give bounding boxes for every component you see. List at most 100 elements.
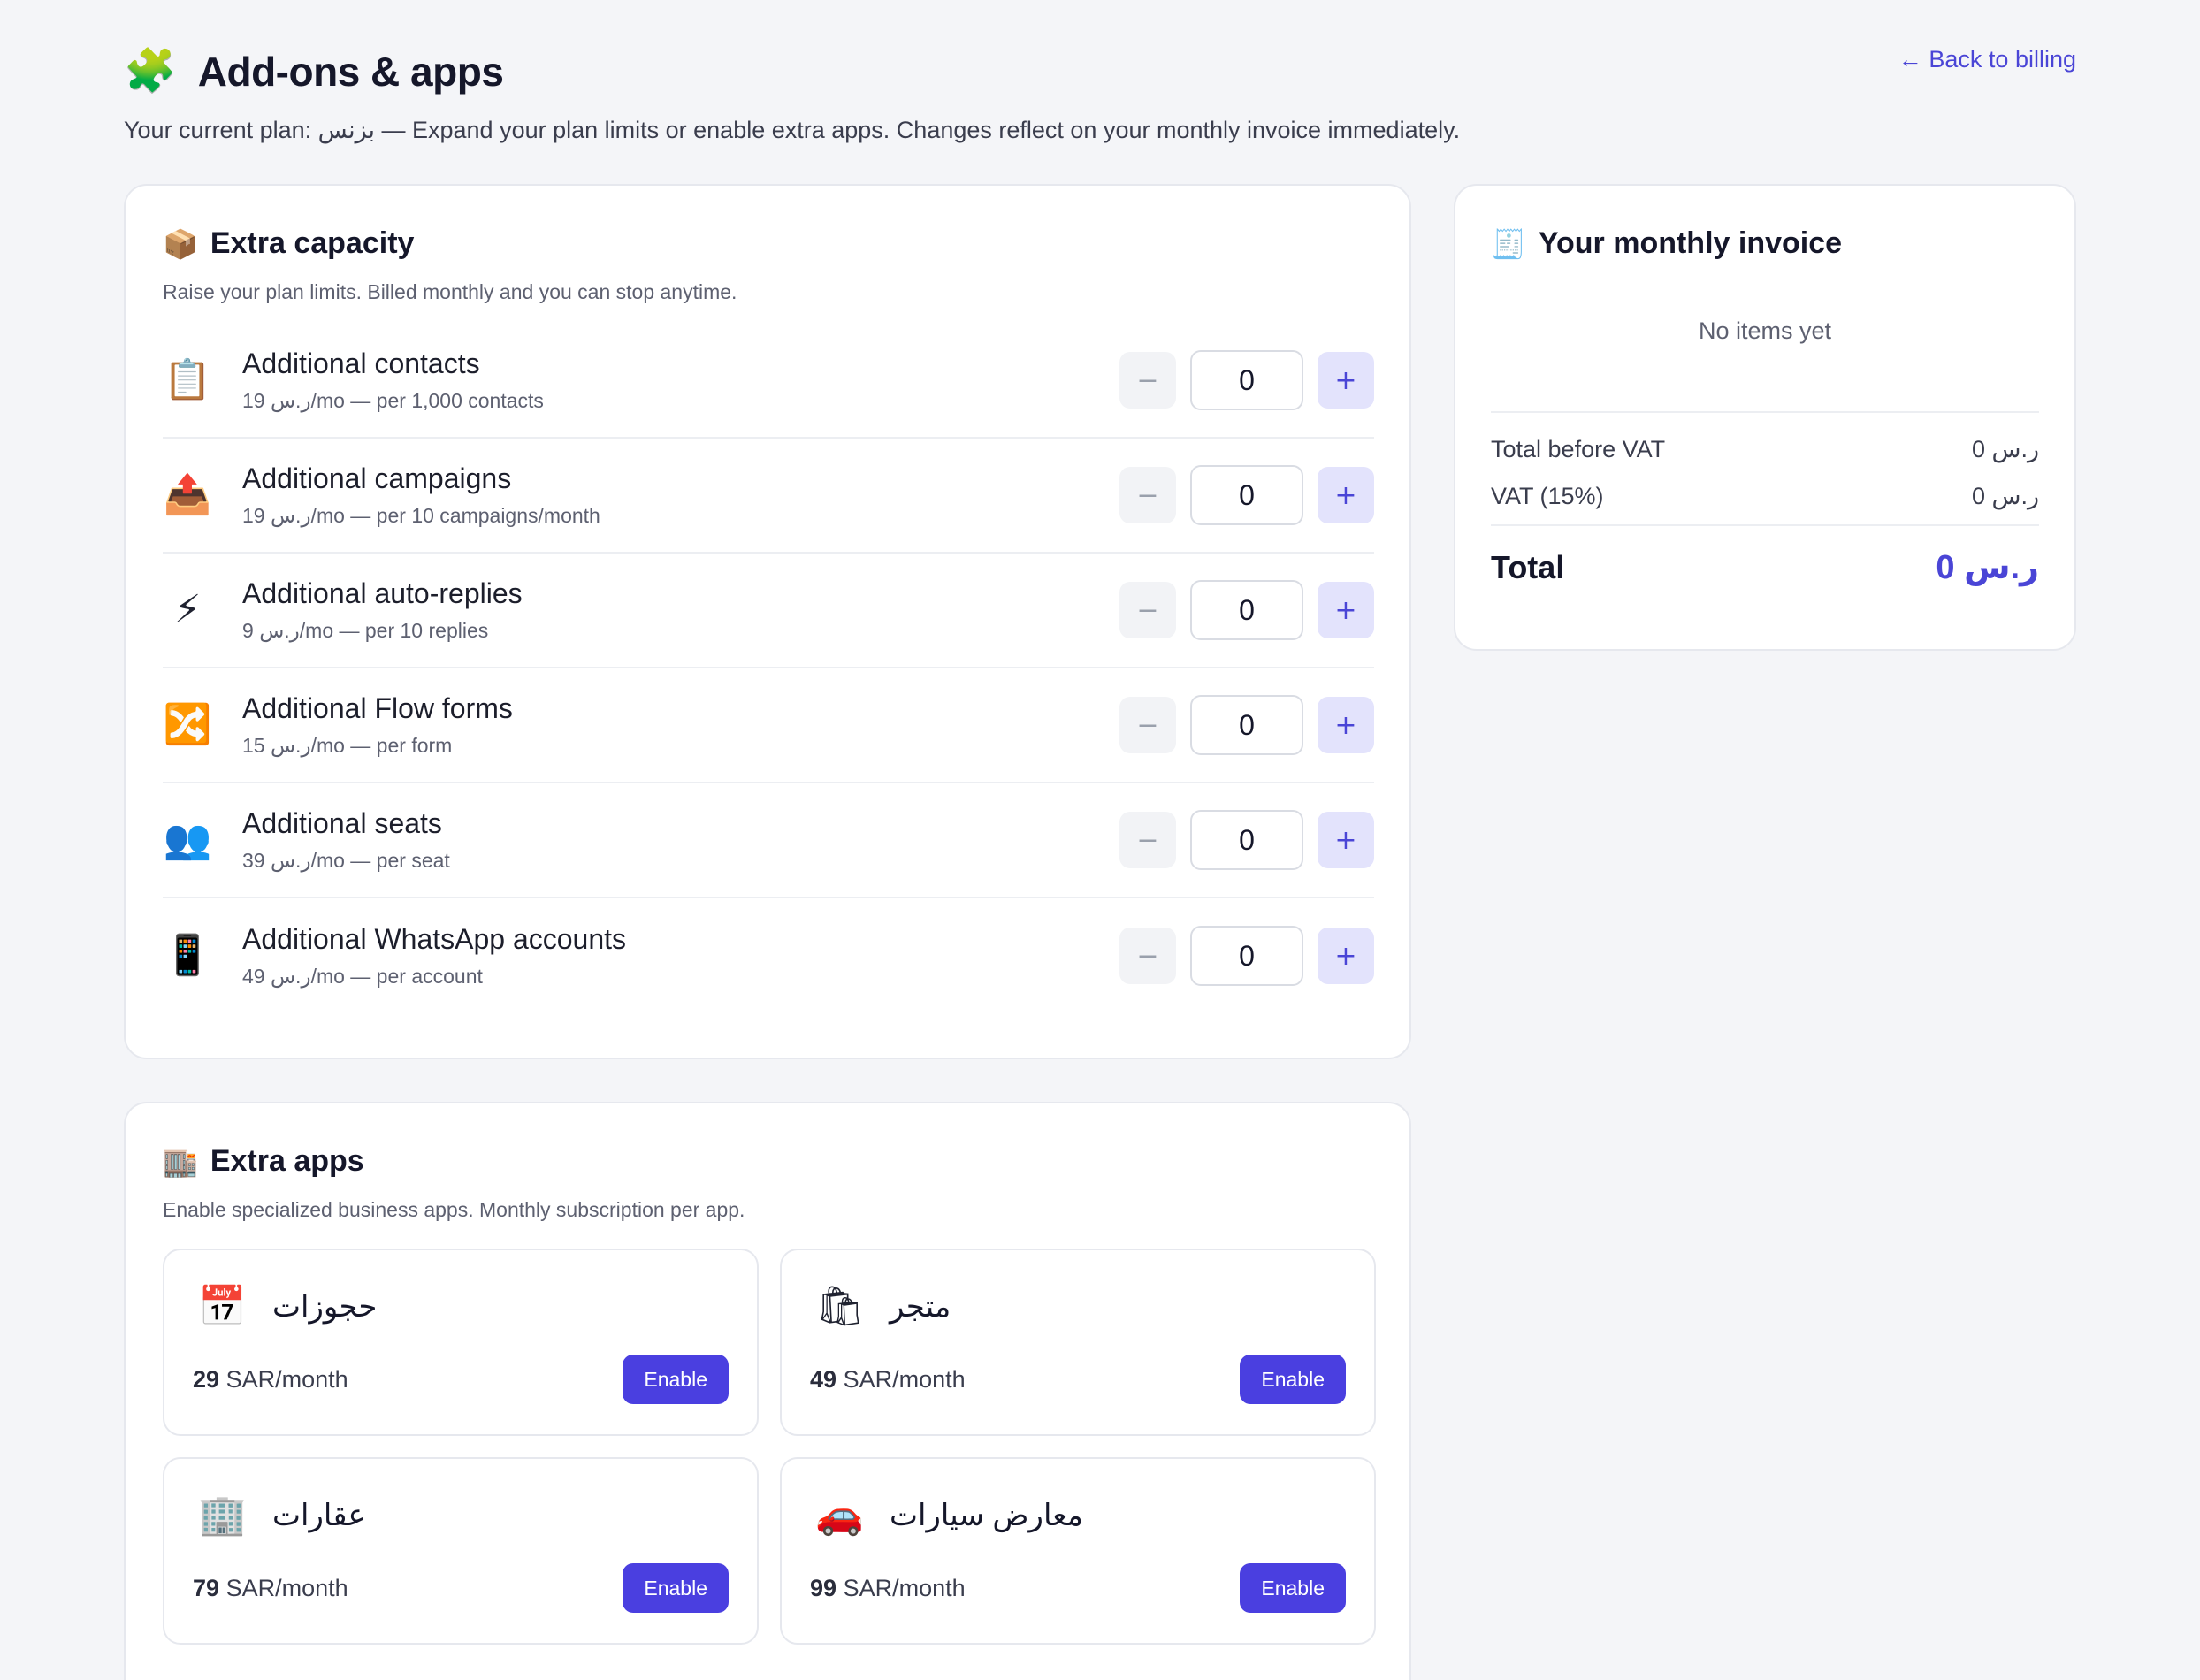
decrement-button[interactable]: − (1119, 697, 1176, 753)
increment-button[interactable]: + (1318, 352, 1374, 409)
package-icon: 📦 (163, 227, 198, 260)
capacity-name: Additional contacts (242, 347, 480, 379)
capacity-row-contacts: 📋 Additional contacts 19 ر.س/mo — per 1,… (163, 324, 1374, 439)
decrement-button[interactable]: − (1119, 582, 1176, 638)
invoice-vat-row: VAT (15%) 0 ر.س (1491, 483, 2039, 510)
capacity-price: 19 ر.س/mo — per 10 campaigns/month (242, 504, 600, 527)
decrement-button[interactable]: − (1119, 467, 1176, 523)
vat-label: VAT (15%) (1491, 483, 1604, 509)
app-head: 🚗 معارض سيارات (810, 1489, 1346, 1542)
quantity-input[interactable] (1190, 810, 1303, 870)
decrement-button[interactable]: − (1119, 812, 1176, 868)
capacity-text: Additional WhatsApp accounts 49 ر.س/mo —… (242, 923, 1119, 989)
capacity-text: Additional Flow forms 15 ر.س/mo — per fo… (242, 692, 1119, 758)
enable-button[interactable]: Enable (1240, 1355, 1346, 1404)
app-price: 49 SAR/month (810, 1366, 966, 1394)
puzzle-icon: 🧩 (124, 48, 177, 95)
subtotal-label: Total before VAT (1491, 436, 1666, 462)
capacity-text: Additional seats 39 ر.س/mo — per seat (242, 807, 1119, 873)
enable-button[interactable]: Enable (623, 1563, 729, 1613)
app-tile-store: 🛍 متجر 49 SAR/month Enable (780, 1249, 1376, 1436)
page-title: Add-ons & apps (197, 49, 504, 95)
capacity-name: Additional campaigns (242, 462, 512, 494)
capacity-row-seats: 👥 Additional seats 39 ر.س/mo — per seat … (163, 783, 1374, 898)
increment-button[interactable]: + (1318, 812, 1374, 868)
invoice-subtotal-row: Total before VAT 0 ر.س (1491, 436, 2039, 463)
quantity-input[interactable] (1190, 350, 1303, 410)
capacity-name: Additional seats (242, 807, 442, 839)
app-head: 🏢 عقارات (193, 1489, 729, 1542)
extra-capacity-card: 📦 Extra capacity Raise your plan limits.… (124, 184, 1411, 1059)
increment-button[interactable]: + (1318, 582, 1374, 638)
app-price: 79 SAR/month (193, 1575, 348, 1602)
car-icon: 🚗 (815, 1493, 864, 1537)
quantity-stepper-whatsapp-accounts: − + (1119, 926, 1374, 986)
quantity-input[interactable] (1190, 465, 1303, 525)
app-price-amount: 29 (193, 1365, 220, 1393)
app-price-amount: 79 (193, 1574, 220, 1601)
quantity-input[interactable] (1190, 695, 1303, 755)
app-foot: 79 SAR/month Enable (193, 1563, 729, 1613)
app-tile-car-showrooms: 🚗 معارض سيارات 99 SAR/month Enable (780, 1457, 1376, 1645)
app-name: حجوزات (272, 1290, 378, 1324)
capacity-price: 49 ر.س/mo — per account (242, 965, 483, 988)
capacity-text: Additional contacts 19 ر.س/mo — per 1,00… (242, 347, 1119, 413)
quantity-stepper-campaigns: − + (1119, 465, 1374, 525)
quantity-stepper-contacts: − + (1119, 350, 1374, 410)
extra-capacity-description: Raise your plan limits. Billed monthly a… (163, 280, 737, 303)
store-icon: 🏬 (163, 1145, 198, 1178)
quantity-input[interactable] (1190, 580, 1303, 640)
app-name: معارض سيارات (890, 1499, 1083, 1532)
quantity-stepper-auto-replies: − + (1119, 580, 1374, 640)
capacity-list: 📋 Additional contacts 19 ر.س/mo — per 1,… (163, 324, 1374, 1013)
app-head: 📅 حجوزات (193, 1280, 729, 1333)
outbox-tray-icon: 📤 (163, 473, 212, 516)
capacity-price: 9 ر.س/mo — per 10 replies (242, 619, 489, 642)
clipboard-icon: 📋 (163, 358, 212, 401)
app-price-unit: SAR/month (225, 1365, 348, 1393)
app-foot: 49 SAR/month Enable (810, 1355, 1346, 1404)
page-subtitle: Your current plan: بزنس — Expand your pl… (124, 117, 1461, 143)
capacity-name: Additional Flow forms (242, 692, 513, 724)
decrement-button[interactable]: − (1119, 352, 1176, 409)
quantity-input[interactable] (1190, 926, 1303, 986)
app-name: متجر (890, 1290, 951, 1324)
quantity-stepper-seats: − + (1119, 810, 1374, 870)
capacity-row-whatsapp-accounts: 📱 Additional WhatsApp accounts 49 ر.س/mo… (163, 898, 1374, 1013)
subtotal-value: 0 ر.س (1971, 436, 2039, 462)
vat-value: 0 ر.س (1971, 483, 2039, 509)
invoice-title: 🧾 Your monthly invoice (1491, 226, 2039, 261)
capacity-text: Additional auto-replies 9 ر.س/mo — per 1… (242, 577, 1119, 643)
capacity-text: Additional campaigns 19 ر.س/mo — per 10 … (242, 462, 1119, 528)
increment-button[interactable]: + (1318, 697, 1374, 753)
capacity-name: Additional WhatsApp accounts (242, 923, 627, 955)
lightning-icon: ⚡ (173, 588, 202, 631)
app-tile-real-estate: 🏢 عقارات 79 SAR/month Enable (163, 1457, 759, 1645)
invoice-total-row: Total 0 ر.س (1491, 547, 2039, 587)
invoice-divider (1491, 524, 2039, 526)
enable-button[interactable]: Enable (623, 1355, 729, 1404)
extra-apps-title: 🏬 Extra apps (163, 1144, 1374, 1179)
app-tile-bookings: 📅 حجوزات 29 SAR/month Enable (163, 1249, 759, 1436)
capacity-row-flow-forms: 🔀 Additional Flow forms 15 ر.س/mo — per … (163, 668, 1374, 783)
shopping-bags-icon: 🛍 (815, 1285, 865, 1328)
decrement-button[interactable]: − (1119, 928, 1176, 984)
increment-button[interactable]: + (1318, 467, 1374, 523)
capacity-name: Additional auto-replies (242, 577, 523, 609)
capacity-row-campaigns: 📤 Additional campaigns 19 ر.س/mo — per 1… (163, 439, 1374, 554)
page-header: 🧩 Add-ons & apps Your current plan: بزنس… (124, 46, 2076, 143)
invoice-divider (1491, 411, 2039, 413)
enable-button[interactable]: Enable (1240, 1563, 1346, 1613)
extra-capacity-title: 📦 Extra capacity (163, 226, 1374, 261)
back-to-billing-link[interactable]: ← Back to billing (1898, 46, 2076, 73)
increment-button[interactable]: + (1318, 928, 1374, 984)
app-price-amount: 49 (810, 1365, 837, 1393)
office-building-icon: 🏢 (198, 1493, 247, 1537)
app-price: 29 SAR/month (193, 1366, 348, 1394)
quantity-stepper-flow-forms: − + (1119, 695, 1374, 755)
addons-page: 🧩 Add-ons & apps Your current plan: بزنس… (0, 0, 2200, 1680)
apps-grid: 📅 حجوزات 29 SAR/month Enable 🛍 متجر 49 S… (163, 1249, 1376, 1645)
app-name: عقارات (272, 1499, 366, 1532)
capacity-price: 19 ر.س/mo — per 1,000 contacts (242, 389, 544, 412)
capacity-price: 39 ر.س/mo — per seat (242, 849, 450, 872)
